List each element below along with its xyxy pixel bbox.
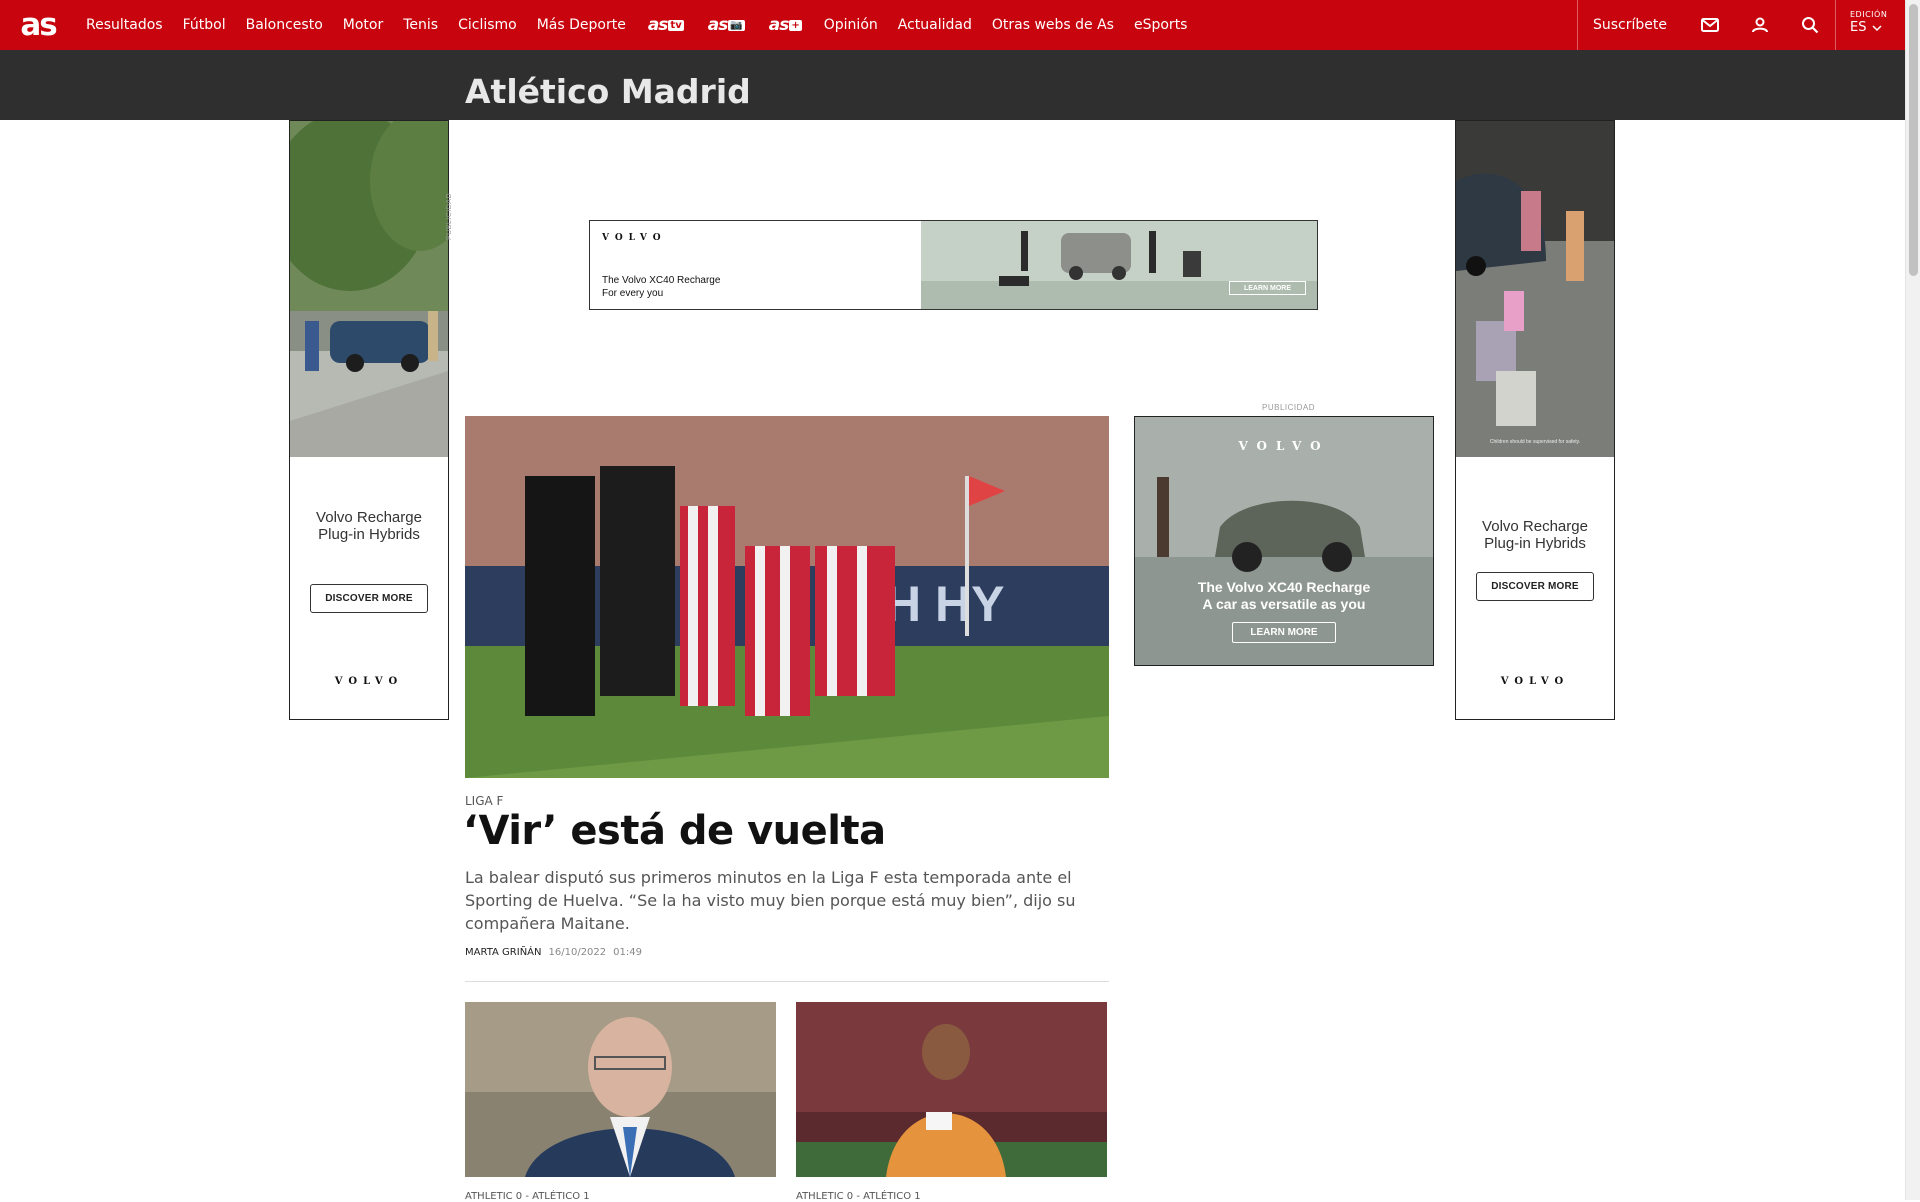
hero-image[interactable]: H HY <box>465 416 1109 778</box>
as-photo-link[interactable]: as 📷 <box>696 15 757 35</box>
article-date: 16/10/2022 <box>548 947 607 958</box>
ad-line2: A car as versatile as you <box>1202 596 1366 612</box>
camera-icon: 📷 <box>728 19 745 31</box>
learn-more-button[interactable]: LEARN MORE <box>1232 622 1336 643</box>
card-photo <box>465 1002 776 1177</box>
edition-selector[interactable]: EDICIÓN ES <box>1835 0 1905 50</box>
main-nav: Resultados Fútbol Baloncesto Motor Tenis… <box>76 0 1197 50</box>
ad-text: The Volvo XC40 Recharge For every you <box>602 274 720 300</box>
article-summary: La balear disputó sus primeros minutos e… <box>465 868 1076 933</box>
nav-item-baloncesto[interactable]: Baloncesto <box>236 17 333 33</box>
as-logo[interactable]: as <box>0 0 76 50</box>
ad-mpu[interactable]: VOLVO The Volvo XC40 Recharge A car as v… <box>1134 416 1434 666</box>
search-icon[interactable] <box>1785 0 1835 50</box>
ad-photo <box>1456 121 1614 457</box>
as-tv-link[interactable]: as tv <box>636 15 696 35</box>
hero-photo: H HY <box>465 416 1109 778</box>
nav-item-actualidad[interactable]: Actualidad <box>888 17 982 33</box>
volvo-logo: VOLVO <box>602 233 667 243</box>
article-time: 01:49 <box>613 947 642 958</box>
as-tv-sub: tv <box>668 19 684 31</box>
nav-item-motor[interactable]: Motor <box>333 17 393 33</box>
user-icon[interactable] <box>1735 0 1785 50</box>
as-plus-link[interactable]: as + <box>757 15 814 35</box>
ad-leaderboard[interactable]: VOLVO The Volvo XC40 Recharge For every … <box>589 220 1318 310</box>
article-kicker[interactable]: LIGA F <box>465 794 503 808</box>
edition-label: EDICIÓN <box>1850 10 1888 19</box>
ad-line2: Plug-in Hybrids <box>318 526 420 543</box>
edition-value-row: ES <box>1850 20 1893 35</box>
ad-skyscraper-left[interactable]: Volvo Recharge Plug-in Hybrids DISCOVER … <box>289 120 449 720</box>
nav-item-otras-webs[interactable]: Otras webs de As <box>982 17 1124 33</box>
ad-photo <box>921 221 1317 309</box>
as-photo-main: as <box>707 15 729 35</box>
ad-line2: Plug-in Hybrids <box>1484 535 1586 552</box>
discover-more-button[interactable]: DISCOVER MORE <box>1476 572 1594 601</box>
article-author[interactable]: MARTA GRIÑÁN <box>465 947 542 958</box>
volvo-logo: VOLVO <box>1500 676 1570 687</box>
volvo-logo: VOLVO <box>334 676 404 687</box>
top-navbar: as Resultados Fútbol Baloncesto Motor Te… <box>0 0 1905 50</box>
ad-line1: The Volvo XC40 Recharge <box>602 275 721 286</box>
nav-item-mas-deporte[interactable]: Más Deporte <box>527 17 636 33</box>
volvo-logo: VOLVO <box>1238 439 1330 453</box>
article-byline: MARTA GRIÑÁN 16/10/2022 01:49 <box>465 947 642 958</box>
divider <box>465 981 1109 982</box>
nav-item-tenis[interactable]: Tenis <box>393 17 448 33</box>
section-header: Atlético Madrid <box>0 50 1905 120</box>
nav-item-opinion[interactable]: Opinión <box>814 17 888 33</box>
ad-skyscraper-right[interactable]: Children should be supervised for safety… <box>1455 120 1615 720</box>
ad-disclaimer: Children should be supervised for safety… <box>1489 439 1581 445</box>
page-title: Atlético Madrid <box>465 72 751 111</box>
card-image[interactable] <box>465 1002 776 1177</box>
as-plus-sub: + <box>789 19 802 31</box>
card-kicker: ATHLETIC 0 - ATLÉTICO 1 <box>465 1191 590 1202</box>
nav-item-futbol[interactable]: Fútbol <box>173 17 236 33</box>
ad-line1: Volvo Recharge <box>316 509 422 526</box>
publicidad-label: PUBLICIDAD <box>446 192 453 240</box>
svg-text:H HY: H HY <box>885 576 1004 632</box>
ad-line1: The Volvo XC40 Recharge <box>1197 579 1371 595</box>
nav-item-ciclismo[interactable]: Ciclismo <box>448 17 527 33</box>
scrollbar-thumb[interactable] <box>1909 4 1918 276</box>
card-kicker: ATHLETIC 0 - ATLÉTICO 1 <box>796 1191 921 1202</box>
learn-more-button[interactable]: LEARN MORE <box>1229 281 1306 295</box>
ad-line1: Volvo Recharge <box>1482 518 1588 535</box>
ad-text: The Volvo XC40 Recharge A car as versati… <box>1135 579 1433 613</box>
as-tv-main: as <box>647 15 669 35</box>
as-plus-main: as <box>768 15 790 35</box>
discover-more-button[interactable]: DISCOVER MORE <box>310 584 428 613</box>
ad-line2: For every you <box>602 288 664 299</box>
chevron-down-icon <box>1872 24 1882 31</box>
card-photo <box>796 1002 1107 1177</box>
publicidad-label: PUBLICIDAD <box>1262 403 1316 412</box>
ad-photo <box>290 121 448 457</box>
page-scrollbar[interactable] <box>1905 0 1920 1200</box>
edition-value: ES <box>1850 20 1867 35</box>
nav-item-esports[interactable]: eSports <box>1124 17 1198 33</box>
mail-icon[interactable] <box>1685 0 1735 50</box>
card-image[interactable] <box>796 1002 1107 1177</box>
header-tools: Suscríbete EDICIÓN ES <box>1577 0 1905 50</box>
nav-item-resultados[interactable]: Resultados <box>76 17 173 33</box>
article-headline[interactable]: ‘Vir’ está de vuelta <box>463 808 886 854</box>
subscribe-button[interactable]: Suscríbete <box>1577 0 1685 50</box>
